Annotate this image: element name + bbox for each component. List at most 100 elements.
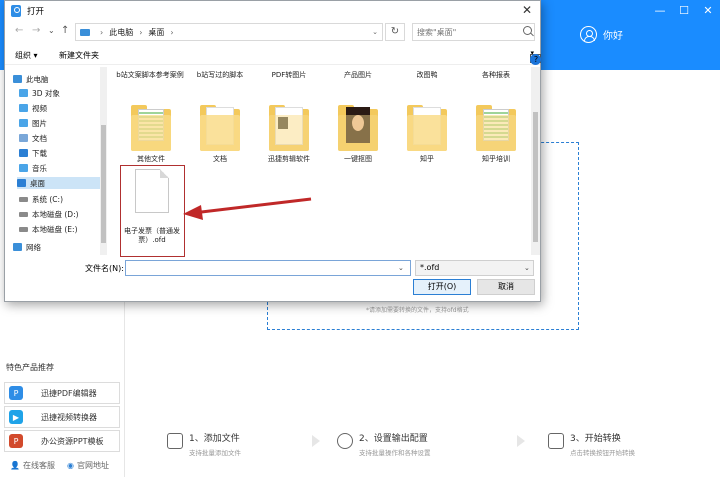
ppt-template-icon: P	[9, 434, 23, 448]
folder-icon[interactable]	[200, 103, 240, 151]
folder-label[interactable]: 文档	[185, 155, 255, 164]
nav-label: 本地磁盘 (E:)	[32, 224, 78, 234]
recent-locations-button[interactable]: ⌄	[48, 26, 55, 35]
nav-item-drive-e[interactable]: 本地磁盘 (E:)	[19, 223, 101, 235]
filename-label: 文件名(N):	[85, 264, 124, 273]
recommend-ppt-template-button[interactable]: P 办公资源PPT模板	[4, 430, 120, 452]
scrollbar-thumb[interactable]	[101, 125, 106, 243]
drive-icon	[19, 211, 28, 217]
user-icon	[580, 26, 597, 43]
nav-item-network[interactable]: 网络	[13, 241, 95, 253]
drive-icon	[19, 226, 28, 232]
nav-item-pictures[interactable]: 图片	[19, 117, 101, 129]
online-service-link[interactable]: 👤 在线客服	[10, 460, 55, 471]
nav-label: 文档	[32, 133, 47, 143]
close-window-button[interactable]: ✕	[702, 4, 714, 17]
nav-label: 3D 对象	[32, 88, 60, 98]
recommend-pdf-editor-button[interactable]: P 迅捷PDF编辑器	[4, 382, 120, 404]
recommend-title: 特色产品推荐	[6, 363, 54, 372]
nav-item-3d-objects[interactable]: 3D 对象	[19, 87, 101, 99]
recommend-label: 迅捷PDF编辑器	[41, 388, 97, 398]
user-area[interactable]: 你好	[580, 26, 623, 43]
link-label: 官网地址	[76, 461, 109, 470]
cube-icon	[19, 89, 28, 97]
nav-item-downloads[interactable]: 下载	[19, 147, 101, 159]
dialog-toolbar: 组织 ▾ 新建文件夹 ▾ ?	[5, 45, 542, 65]
folder-label[interactable]: 知乎	[392, 155, 462, 164]
nav-item-music[interactable]: 音乐	[19, 162, 101, 174]
file-item-label[interactable]: 产品图片	[323, 71, 393, 80]
folder-label[interactable]: 其他文件	[116, 155, 186, 164]
chevron-down-icon[interactable]: ⌄	[524, 264, 530, 272]
link-label: 在线客服	[22, 461, 55, 470]
recommend-video-converter-button[interactable]: ▶ 迅捷视频转换器	[4, 406, 120, 428]
recommend-label: 迅捷视频转换器	[41, 412, 97, 422]
minimize-button[interactable]: —	[654, 4, 666, 17]
window-controls: — ☐ ✕	[654, 4, 714, 17]
folder-icon[interactable]	[338, 103, 378, 151]
cancel-button[interactable]: 取消	[477, 279, 535, 295]
nav-item-documents[interactable]: 文档	[19, 132, 101, 144]
folder-label[interactable]: 迅捷剪辑软件	[254, 155, 324, 164]
folder-label[interactable]: 一键抠图	[323, 155, 393, 164]
nav-item-desktop[interactable]: 桌面	[17, 177, 101, 189]
folder-icon[interactable]	[407, 103, 447, 151]
nav-label: 系统 (C:)	[32, 194, 63, 204]
up-button[interactable]: ↑	[61, 25, 69, 36]
nav-pane-scrollbar[interactable]	[100, 67, 107, 255]
file-item-label[interactable]: PDF转图片	[254, 71, 324, 80]
computer-icon	[13, 75, 22, 83]
add-file-icon	[167, 433, 183, 449]
dialog-close-button[interactable]: ✕	[522, 3, 532, 17]
forward-button[interactable]: →	[32, 25, 40, 36]
file-item-label[interactable]: 各种报表	[461, 71, 531, 80]
step-title: 1、添加文件	[189, 434, 240, 444]
folder-icon[interactable]	[131, 103, 171, 151]
breadcrumb-this-pc[interactable]: 此电脑	[109, 27, 133, 38]
open-button[interactable]: 打开(O)	[413, 279, 471, 295]
nav-label: 视频	[32, 103, 47, 113]
step-start-convert: 3、开始转换 点击转换按钮开始转换	[548, 431, 635, 457]
nav-item-drive-d[interactable]: 本地磁盘 (D:)	[19, 208, 101, 220]
chevron-down-icon[interactable]: ⌄	[372, 28, 378, 36]
file-item-label[interactable]: 改图鸭	[392, 71, 462, 80]
nav-item-video[interactable]: 视频	[19, 102, 101, 114]
step-add-file: 1、添加文件 支持批量添加文件	[167, 431, 241, 457]
pointer-arrow	[183, 197, 312, 220]
file-item-label[interactable]: b站写过的脚本	[185, 71, 255, 80]
file-type-select[interactable]: *.ofd	[415, 260, 534, 276]
recommend-label: 办公资源PPT模板	[41, 436, 104, 446]
chevron-right-icon: ›	[139, 27, 143, 37]
dialog-nav-row: ← → ⌄ ↑ › 此电脑 › 桌面 › ⌄ ↻	[5, 23, 540, 41]
highlight-box	[120, 165, 185, 257]
refresh-button[interactable]: ↻	[385, 23, 405, 41]
filename-input[interactable]	[125, 260, 411, 276]
back-button[interactable]: ←	[15, 25, 23, 36]
download-icon	[19, 149, 28, 157]
nav-label: 下载	[32, 148, 47, 158]
convert-icon	[548, 433, 564, 449]
address-bar[interactable]: › 此电脑 › 桌面 › ⌄	[75, 23, 383, 41]
music-icon	[19, 164, 28, 172]
folder-icon[interactable]	[476, 103, 516, 151]
maximize-button[interactable]: ☐	[678, 4, 690, 17]
new-folder-button[interactable]: 新建文件夹	[59, 50, 99, 61]
scrollbar-thumb[interactable]	[533, 112, 538, 242]
person-icon: 👤	[10, 461, 20, 470]
nav-item-this-pc[interactable]: 此电脑	[13, 73, 95, 85]
nav-label: 本地磁盘 (D:)	[32, 209, 79, 219]
file-list-scrollbar[interactable]	[531, 67, 540, 255]
breadcrumb-desktop[interactable]: 桌面	[148, 27, 164, 38]
folder-icon[interactable]	[269, 103, 309, 151]
help-icon[interactable]: ?	[530, 54, 542, 65]
chevron-down-icon[interactable]: ⌄	[398, 264, 404, 272]
folder-label[interactable]: 知乎培训	[461, 155, 531, 164]
search-input[interactable]	[412, 23, 535, 41]
nav-item-drive-c[interactable]: 系统 (C:)	[19, 193, 101, 205]
file-item-label[interactable]: b站文案脚本参考案例	[115, 71, 185, 80]
official-site-link[interactable]: ◉ 官网地址	[67, 460, 109, 471]
document-icon	[19, 134, 28, 142]
organize-menu[interactable]: 组织 ▾	[15, 50, 38, 61]
gear-icon	[337, 433, 353, 449]
navigation-pane: 此电脑 3D 对象 视频 图片 文档 下载 音乐 桌面 系统 (C:) 本地磁盘…	[5, 67, 107, 255]
